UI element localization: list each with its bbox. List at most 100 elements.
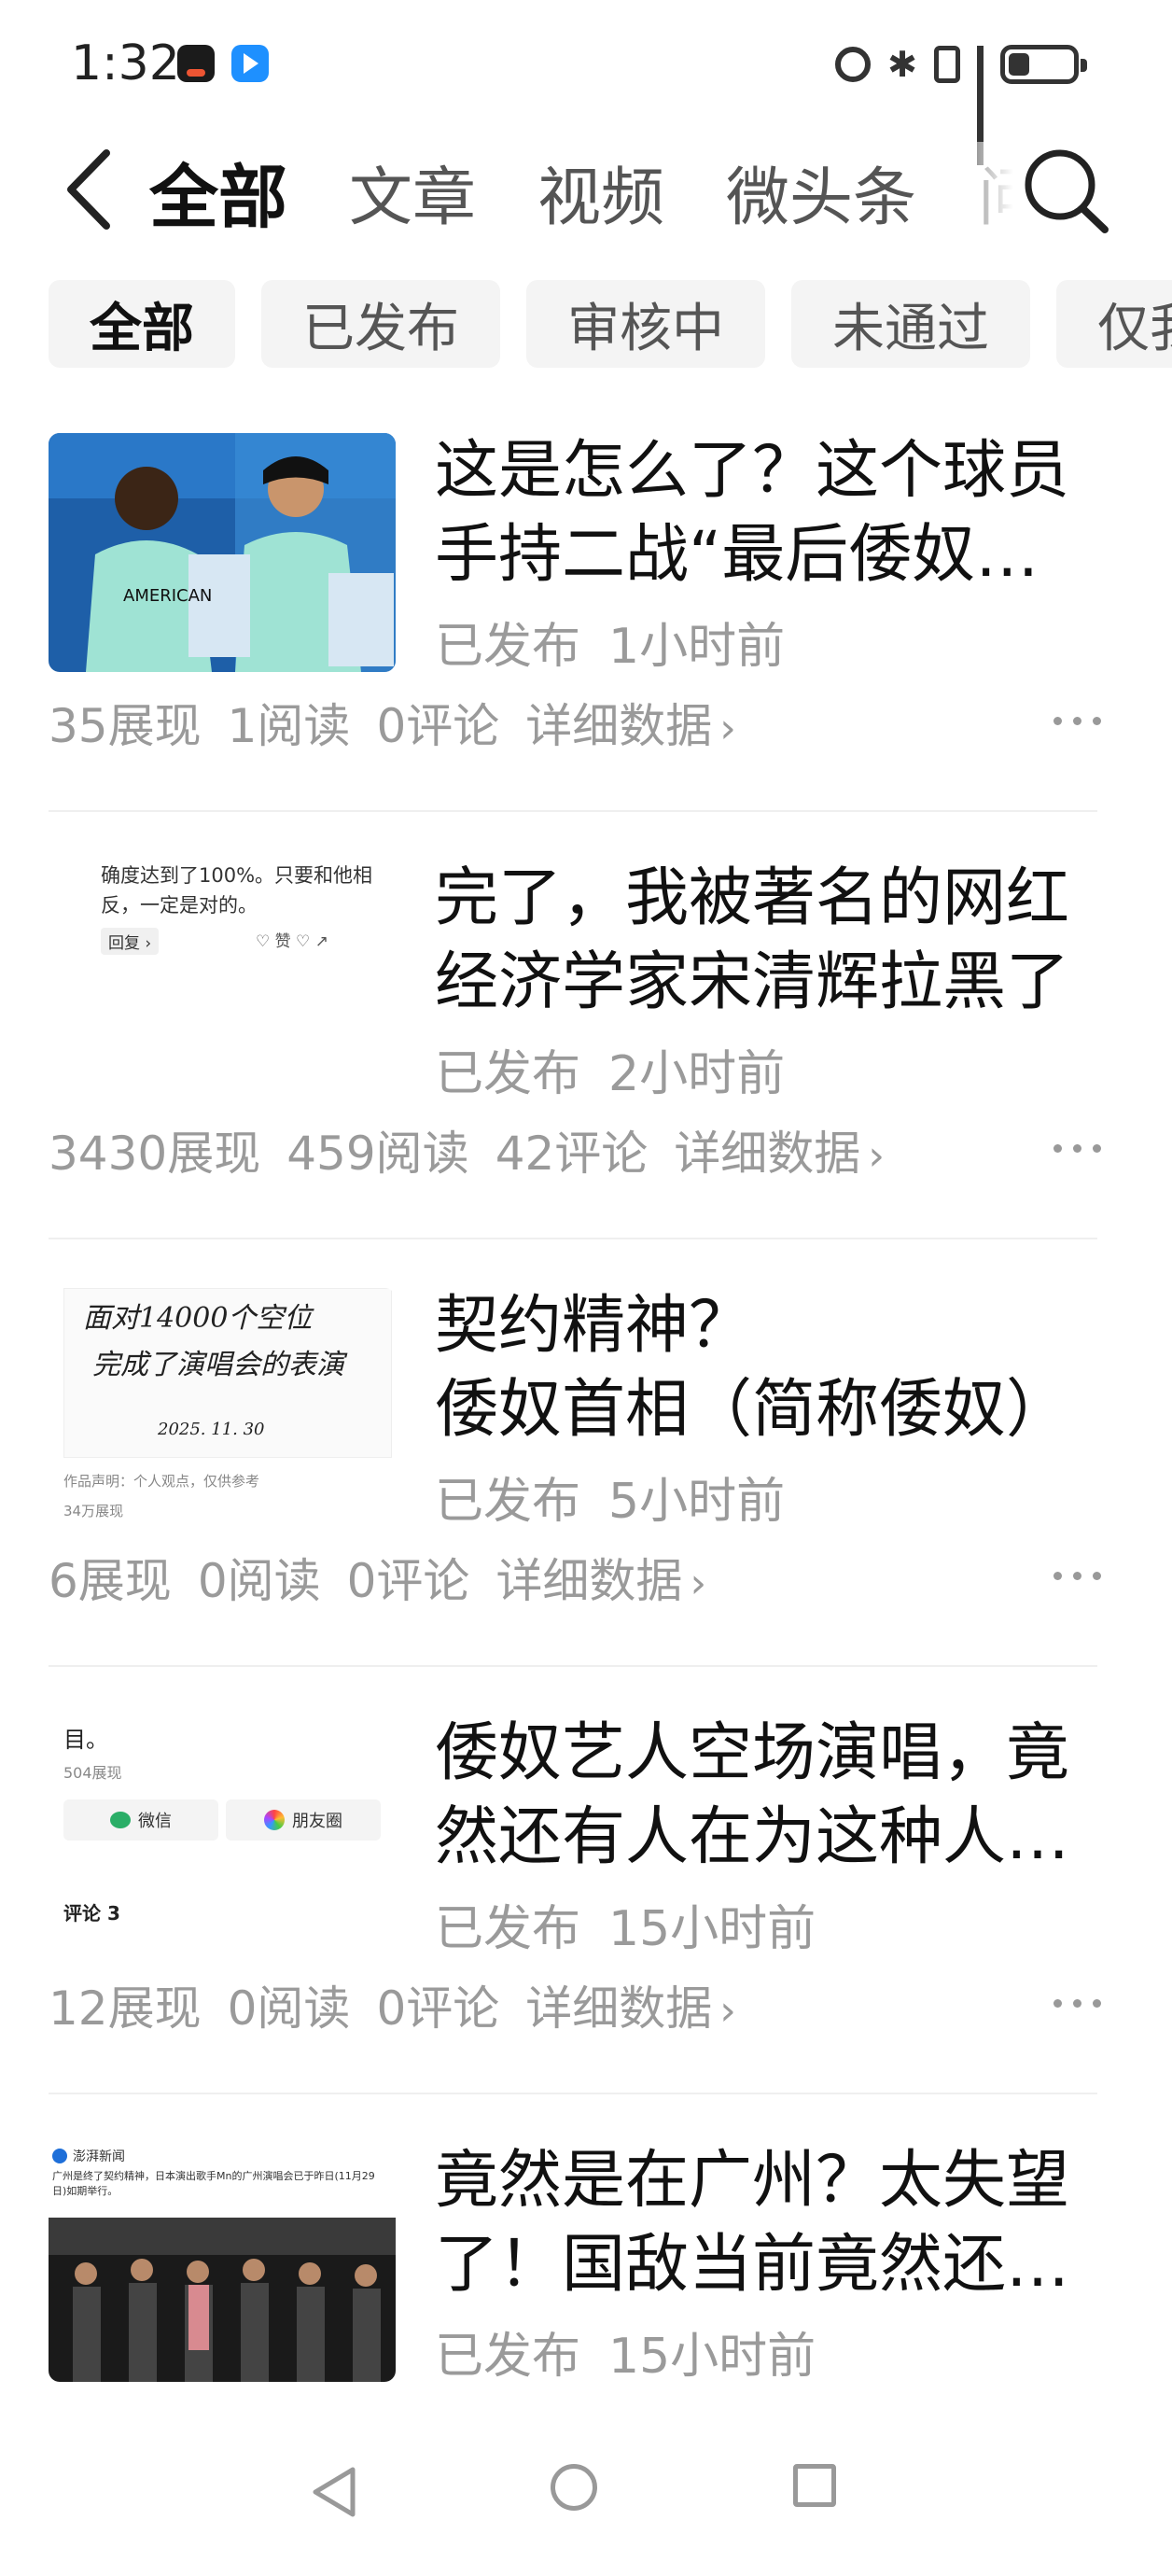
more-icon[interactable] xyxy=(1053,1999,1101,2008)
status-time: 1:32 xyxy=(71,35,180,91)
article-thumbnail[interactable]: 确度达到了100%。只要和他相 反，一定是对的。 回复 › ♡ 赞 ♡ ↗ xyxy=(49,861,396,1099)
filter-all[interactable]: 全部 xyxy=(49,280,235,368)
chevron-right-icon: › xyxy=(719,1987,736,2035)
qq-notification-icon xyxy=(177,45,215,82)
publish-time: 5小时前 xyxy=(608,1474,786,1530)
impressions-count: 12展现 xyxy=(49,1981,202,2036)
more-icon[interactable] xyxy=(1053,1144,1101,1153)
article-list: AMERICAN 这是怎么了？这个球员手持二战“最后倭奴兵”照片 已发布 1小时… xyxy=(0,420,1172,2557)
filter-published[interactable]: 已发布 xyxy=(261,280,500,368)
tab-videos[interactable]: 视频 xyxy=(537,146,664,238)
comments-count: 42评论 xyxy=(495,1127,649,1181)
tab-micro-posts[interactable]: 微头条 xyxy=(726,146,916,238)
thumb-line: 面对14000个空位 xyxy=(83,1302,313,1335)
publish-time: 1小时前 xyxy=(608,619,786,675)
thumb-header: 澎湃新闻 广州是终了契约精神，日本演出歌手Mn的广州演唱会已于昨日(11月29日… xyxy=(49,2143,396,2218)
article-meta: 已发布 15小时前 xyxy=(435,1889,816,1959)
publish-time: 15小时前 xyxy=(608,1901,816,1957)
detail-data-link[interactable]: 详细数据 › xyxy=(674,1116,885,1183)
thumb-handwriting: 面对14000个空位 完成了演唱会的表演 2025. 11. 30 xyxy=(63,1288,392,1458)
filter-rejected[interactable]: 未通过 xyxy=(791,280,1030,368)
thumb-line: 确度达到了100%。只要和他相 xyxy=(101,864,373,887)
filter-reviewing[interactable]: 审核中 xyxy=(526,280,765,368)
article-title[interactable]: 竟然是在广州？太失望了！国敌当前竟然还有这种事 xyxy=(435,2139,1107,2307)
detail-data-link[interactable]: 详细数据 › xyxy=(495,1544,706,1611)
article-stats: 3430展现 459阅读 42评论 详细数据 › xyxy=(49,1116,885,1183)
list-item[interactable]: AMERICAN 这是怎么了？这个球员手持二战“最后倭奴兵”照片 已发布 1小时… xyxy=(0,420,1172,847)
nav-home-icon[interactable] xyxy=(551,2464,597,2511)
thumb-moments-label: 朋友圈 xyxy=(292,1812,342,1831)
divider xyxy=(49,1665,1097,1667)
detail-data-label: 详细数据 xyxy=(495,1554,683,1608)
chevron-right-icon: › xyxy=(719,705,736,752)
chevron-right-icon: › xyxy=(868,1132,885,1180)
thumb-line: 目。 xyxy=(63,1727,108,1753)
article-title[interactable]: 契约精神？ 倭奴首相（简称倭奴） xyxy=(435,1284,1107,1452)
list-item[interactable]: 确度达到了100%。只要和他相 反，一定是对的。 回复 › ♡ 赞 ♡ ↗ 完了… xyxy=(0,847,1172,1275)
alarm-icon xyxy=(835,47,872,82)
thumb-line: 反，一定是对的。 xyxy=(101,894,258,917)
article-title[interactable]: 完了，我被著名的网红经济学家宋清辉拉黑了 xyxy=(435,857,1107,1025)
search-icon[interactable] xyxy=(1013,142,1116,235)
comments-count: 0评论 xyxy=(346,1554,470,1608)
filter-private[interactable]: 仅我可见 xyxy=(1056,280,1172,368)
thumb-like: 赞 xyxy=(274,932,291,951)
detail-data-link[interactable]: 详细数据 › xyxy=(525,1971,736,2038)
back-icon[interactable] xyxy=(58,147,123,231)
thumb-note: 作品声明：个人观点，仅供参考 xyxy=(63,1473,260,1490)
thumb-date: 2025. 11. 30 xyxy=(158,1420,265,1439)
reads-count: 1阅读 xyxy=(227,699,351,753)
reads-count: 459阅读 xyxy=(286,1127,469,1181)
publish-status: 已发布 xyxy=(435,1901,581,1957)
status-filter: 全部 已发布 审核中 未通过 仅我可见 xyxy=(49,280,1172,370)
reads-count: 0阅读 xyxy=(197,1554,321,1608)
divider xyxy=(49,2093,1097,2094)
thumb-comments: 评论 3 xyxy=(63,1902,120,1925)
tab-articles[interactable]: 文章 xyxy=(349,146,476,238)
signal-icon xyxy=(977,46,984,165)
article-title[interactable]: 倭奴艺人空场演唱，竟然还有人在为这种人叫好 xyxy=(435,1712,1107,1880)
tabs-fade xyxy=(939,142,1013,235)
nav-back-icon[interactable] xyxy=(308,2464,360,2520)
impressions-count: 35展现 xyxy=(49,699,202,753)
system-nav-bar xyxy=(0,2427,1172,2576)
vibrate-icon xyxy=(934,46,960,83)
detail-data-label: 详细数据 xyxy=(674,1127,861,1181)
publish-status: 已发布 xyxy=(435,2329,581,2385)
article-title[interactable]: 这是怎么了？这个球员手持二战“最后倭奴兵”照片 xyxy=(435,429,1107,597)
more-icon[interactable] xyxy=(1053,1572,1101,1580)
divider xyxy=(49,810,1097,812)
more-icon[interactable] xyxy=(1053,717,1101,725)
nav-recent-icon[interactable] xyxy=(793,2464,836,2507)
app-notification-icon xyxy=(231,45,269,82)
tab-all[interactable]: 全部 xyxy=(149,142,287,242)
publish-time: 2小时前 xyxy=(608,1046,786,1102)
impressions-count: 6展现 xyxy=(49,1554,172,1608)
wechat-icon xyxy=(110,1812,131,1828)
article-thumbnail[interactable]: 面对14000个空位 完成了演唱会的表演 2025. 11. 30 作品声明：个… xyxy=(49,1288,396,1527)
thumb-views: 34万展现 xyxy=(63,1503,124,1519)
moments-icon xyxy=(264,1810,285,1830)
article-meta: 已发布 1小时前 xyxy=(435,607,785,677)
article-stats: 6展现 0阅读 0评论 详细数据 › xyxy=(49,1544,706,1611)
thumb-wechat-label: 微信 xyxy=(138,1812,172,1831)
detail-data-label: 详细数据 xyxy=(525,699,713,753)
article-meta: 已发布 2小时前 xyxy=(435,1034,785,1104)
system-icons: ✱ xyxy=(835,43,1087,165)
thumb-text: 确度达到了100%。只要和他相 反，一定是对的。 xyxy=(101,861,390,920)
reads-count: 0阅读 xyxy=(227,1981,351,2036)
thumb-caption: 广州是终了契约精神，日本演出歌手Mn的广州演唱会已于昨日(11月29日)如期举行… xyxy=(52,2170,375,2197)
article-thumbnail[interactable]: 澎湃新闻 广州是终了契约精神，日本演出歌手Mn的广州演唱会已于昨日(11月29日… xyxy=(49,2143,396,2382)
comments-count: 0评论 xyxy=(376,699,500,753)
thumb-share-moments: 朋友圈 xyxy=(226,1799,381,1841)
detail-data-link[interactable]: 详细数据 › xyxy=(525,689,736,756)
thumb-account: 澎湃新闻 xyxy=(73,2149,125,2164)
publish-status: 已发布 xyxy=(435,1046,581,1102)
article-meta: 已发布 5小时前 xyxy=(435,1462,785,1532)
list-item[interactable]: 面对14000个空位 完成了演唱会的表演 2025. 11. 30 作品声明：个… xyxy=(0,1275,1172,1702)
status-bar: 1:32 ✱ xyxy=(0,0,1172,165)
list-item[interactable]: 目。 504展现 微信 朋友圈 评论 3 倭奴艺人空场演唱，竟然还有人在为这种人… xyxy=(0,1702,1172,2130)
article-thumbnail[interactable]: AMERICAN xyxy=(49,433,396,672)
article-thumbnail[interactable]: 目。 504展现 微信 朋友圈 评论 3 xyxy=(49,1715,396,1954)
divider xyxy=(49,1238,1097,1239)
